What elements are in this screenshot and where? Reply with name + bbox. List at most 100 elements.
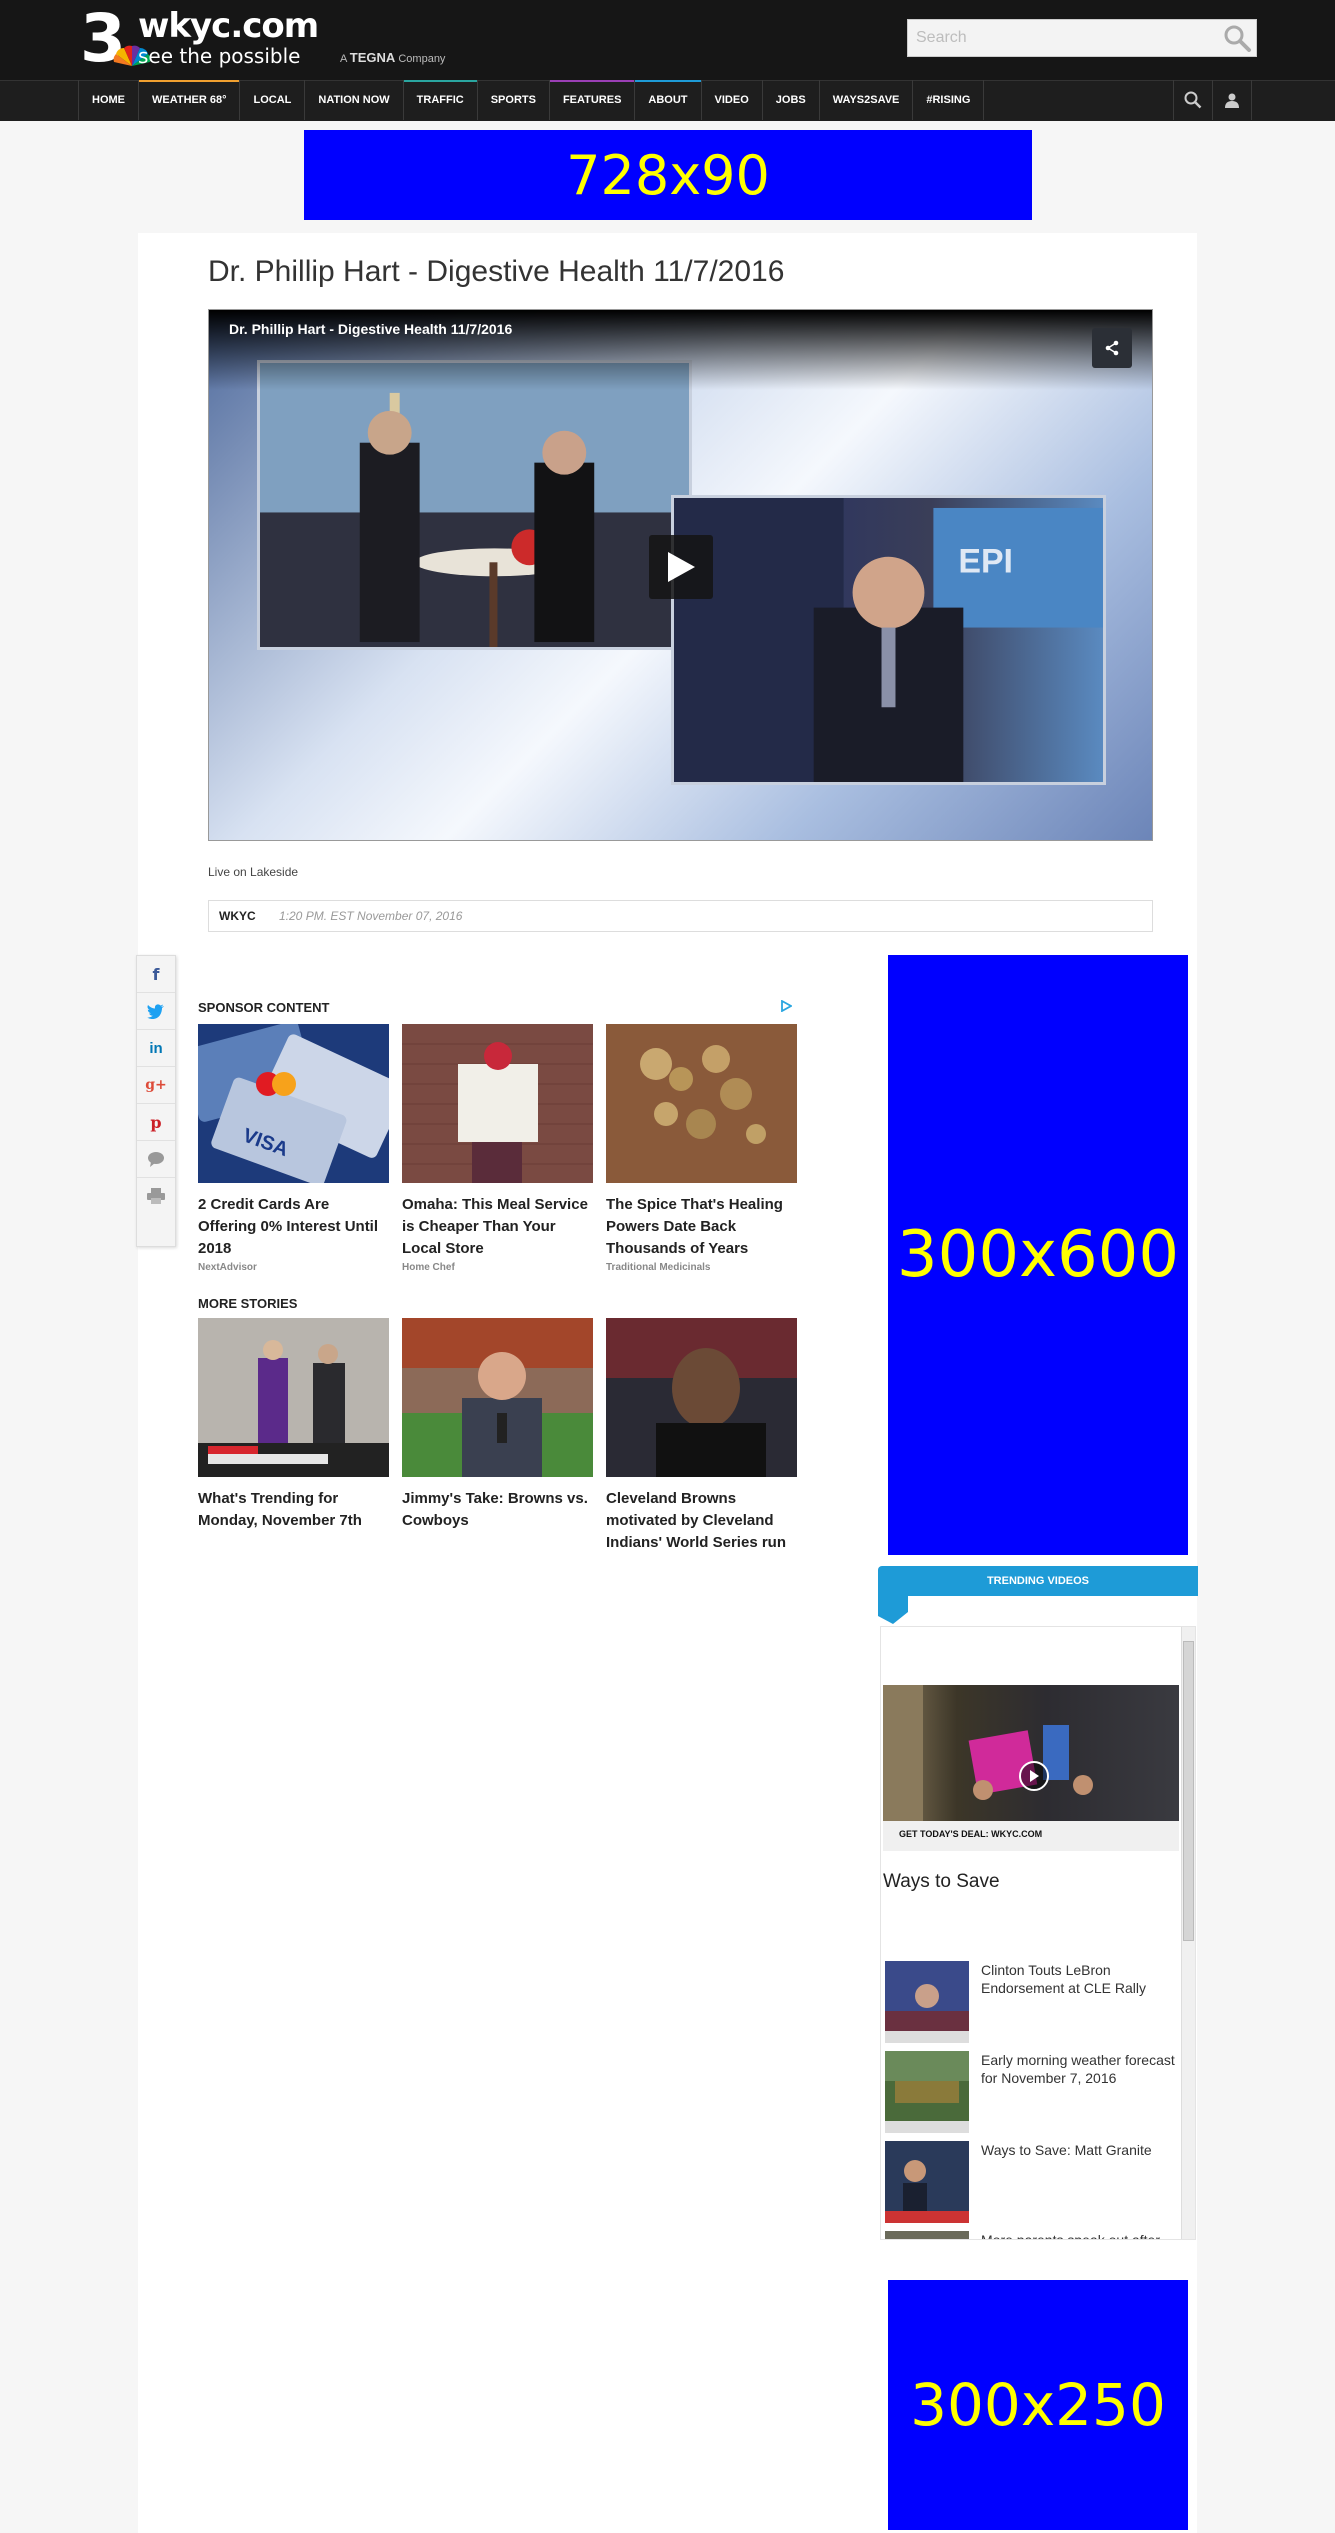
byline-timestamp: 1:20 PM. EST November 07, 2016 [279,909,463,923]
logo-site-name[interactable]: wkyc.com [138,6,319,46]
nav-item-features[interactable]: FEATURES [548,80,635,120]
trending-item[interactable]: Early morning weather forecast for Novem… [885,2051,1175,2133]
card-source: NextAdvisor [198,1262,257,1273]
story-browns-image [402,1318,593,1477]
pinterest-icon: p [150,1112,162,1132]
card-title: Jimmy's Take: Browns vs. Cowboys [402,1490,588,1529]
nav-item-video[interactable]: VIDEO [700,80,762,120]
guest-scene-image: EPI [674,498,1103,782]
nav-item-label: WAYS2SAVE [832,94,900,106]
trending-thumbnail [885,2231,969,2239]
nav-item-accent [139,80,240,82]
nav-item-nation-now[interactable]: NATION NOW [304,80,402,120]
meal-box-image [402,1024,593,1183]
main-nav: HOME WEATHER 68° LOCAL NATION NOW TRAFFIC SPO… [78,80,985,120]
nav-item-label: #RISING [926,94,971,106]
twitter-icon [147,1003,164,1019]
story-card[interactable]: Jimmy's Take: Browns vs. Cowboys [402,1318,593,1532]
adchoices-icon[interactable] [780,1000,792,1012]
card-title: Omaha: This Meal Service is Cheaper Than… [402,1196,588,1257]
trending-thumbnail [885,2051,969,2133]
trending-featured-title[interactable]: Ways to Save [883,1871,1000,1893]
ad-medium-rectangle[interactable]: 300x250 [888,2280,1188,2530]
share-twitter-button[interactable] [137,993,175,1030]
trending-item-title: Early morning weather forecast for Novem… [981,2052,1175,2086]
nav-item-home[interactable]: HOME [78,80,138,120]
trending-thumbnail [885,1961,969,2043]
trending-item-title: Ways to Save: Matt Granite [981,2142,1152,2158]
nav-item-label: TRAFFIC [416,94,464,106]
facebook-icon: f [152,964,160,984]
googleplus-icon: g+ [145,1077,167,1093]
share-facebook-button[interactable]: f [137,956,175,993]
nav-item-ways2save[interactable]: WAYS2SAVE [818,80,913,120]
trending-featured-thumbnail[interactable]: GET TODAY'S DEAL: WKYC.COM [883,1685,1179,1851]
featured-video-image [883,1685,1093,1821]
share-rail: f in g+ p [136,955,176,1247]
nav-item-weather-68[interactable]: WEATHER 68° [138,80,240,120]
trending-item-title: More parents speak out after [981,2232,1160,2240]
nav-item-label: SPORTS [490,94,536,106]
card-title: 2 Credit Cards Are Offering 0% Interest … [198,1196,379,1257]
video-share-button[interactable] [1092,328,1132,368]
nav-user-button[interactable] [1212,80,1252,120]
share-googleplus-button[interactable]: g+ [137,1067,175,1104]
ribbon-fold-icon [878,1594,908,1624]
video-player[interactable]: EPI Dr. Phillip Hart - Digestive Health … [208,309,1153,841]
nav-item-label: FEATURES [562,94,622,106]
trending-item[interactable]: Clinton Touts LeBron Endorsement at CLE … [885,1961,1175,2043]
video-still-guest: EPI [671,495,1106,785]
trending-item[interactable]: More parents speak out after [885,2231,1175,2240]
search-icon[interactable] [1222,24,1252,52]
studio-scene-image [260,363,689,647]
nav-item-rising[interactable]: #RISING [912,80,985,120]
featured-play-button[interactable] [1019,1761,1049,1791]
nav-item-label: ABOUT [648,94,688,106]
nav-icon-group [1173,80,1252,120]
sponsor-card[interactable]: VISA 2 Credit Cards Are Offering 0% Inte… [182,1021,407,1273]
sponsor-card[interactable]: Omaha: This Meal Service is Cheaper Than… [402,1024,593,1273]
sponsor-card[interactable]: The Spice That's Healing Powers Date Bac… [606,1024,797,1273]
logo-tagline: see the possible [138,44,301,68]
card-source: Traditional Medicinals [606,1262,711,1273]
tegna-suffix: Company [398,53,446,65]
sponsor-content-label: SPONSOR CONTENT [198,1000,330,1015]
tegna-prefix: A [340,53,347,65]
print-icon [147,1188,165,1204]
video-title: Dr. Phillip Hart - Digestive Health 11/7… [229,321,513,337]
play-icon [668,552,695,582]
nav-item-traffic[interactable]: TRAFFIC [402,80,477,120]
comment-icon [148,1152,164,1167]
search-input[interactable] [908,20,1224,56]
tegna-credit: A TEGNA Company [340,51,445,66]
story-card[interactable]: What's Trending for Monday, November 7th [198,1318,389,1532]
trending-item[interactable]: Ways to Save: Matt Granite [885,2141,1175,2223]
nav-item-label: NATION NOW [318,94,390,106]
share-pinterest-button[interactable]: p [137,1104,175,1141]
share-comment-button[interactable] [137,1141,175,1178]
linkedin-icon: in [149,1039,163,1057]
card-title: Cleveland Browns motivated by Cleveland … [606,1490,786,1551]
search-box [907,19,1257,57]
ad-half-page[interactable]: 300x600 [888,955,1188,1555]
credit-cards-image: VISA [182,1021,407,1186]
nav-item-sports[interactable]: SPORTS [476,80,549,120]
story-trending-image [198,1318,389,1477]
nav-item-accent [549,80,635,82]
share-print-button[interactable] [137,1178,175,1214]
nav-search-button[interactable] [1173,80,1212,120]
ad-leaderboard[interactable]: 728x90 [304,130,1032,220]
video-play-button[interactable] [649,535,713,599]
nav-item-jobs[interactable]: JOBS [761,80,819,120]
nav-item-local[interactable]: LOCAL [239,80,304,120]
share-linkedin-button[interactable]: in [137,1030,175,1067]
nav-item-label: WEATHER 68° [152,94,227,106]
trending-scrollbar[interactable] [1181,1627,1195,2239]
trending-scroll-thumb[interactable] [1183,1641,1194,1941]
story-cleveland-image [606,1318,797,1477]
nav-item-about[interactable]: ABOUT [634,80,701,120]
featured-lower-third-text: GET TODAY'S DEAL: WKYC.COM [899,1829,1043,1839]
search-icon [1184,91,1202,109]
story-card[interactable]: Cleveland Browns motivated by Cleveland … [606,1318,797,1554]
nav-item-label: VIDEO [714,94,749,106]
